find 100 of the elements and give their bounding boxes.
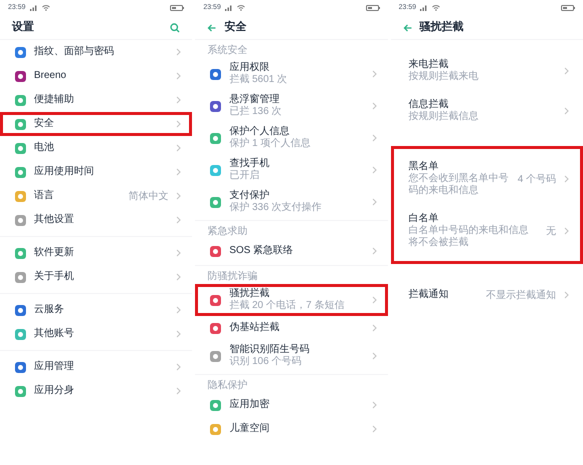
item-subtitle: 拦截 20 个电话，7 条短信 [229, 300, 346, 312]
screen-title: 骚扰拦截 [420, 20, 465, 36]
settings-item[interactable]: 信息拦截 按规则拦截信息 [394, 95, 580, 127]
item-label: 信息拦截 [408, 99, 450, 110]
chevron-icon [564, 227, 569, 235]
settings-item[interactable]: 应用使用时间 [0, 160, 192, 184]
item-subtitle: 白名单中号码的来电和信息将不会被拦截 [408, 225, 530, 249]
settings-item[interactable]: 应用加密 [195, 393, 388, 417]
wifi-icon [42, 5, 50, 11]
settings-item[interactable]: 悬浮窗管理 已拦 136 次 [195, 90, 388, 122]
settings-item[interactable]: 伪基站拦截 [195, 316, 388, 340]
chevron-icon [176, 96, 182, 104]
settings-item[interactable]: 拦截通知 不显示拦截通知 [394, 283, 580, 307]
settings-item[interactable]: 支付保护 保护 336 次支付操作 [195, 186, 388, 218]
item-label: 应用权限 [229, 62, 270, 74]
chevron-icon [564, 291, 569, 299]
chevron-icon [372, 352, 377, 360]
chevron-icon [176, 330, 182, 338]
chevron-icon [372, 134, 377, 142]
chevron-icon [564, 175, 569, 183]
item-label: 来电拦截 [408, 59, 450, 70]
screen-title: 设置 [12, 20, 35, 36]
settings-item[interactable]: 白名单 白名单中号码的来电和信息将不会被拦截 无 [394, 209, 580, 253]
item-label: 智能识别陌生号码 [229, 344, 310, 356]
settings-item[interactable]: 骚扰拦截 拦截 20 个电话，7 条短信 [195, 284, 388, 316]
battery-icon [366, 5, 380, 11]
item-subtitle: 您不会收到黑名单中号码的来电和信息 [408, 173, 510, 197]
chevron-icon [372, 324, 377, 332]
search-button[interactable] [170, 22, 180, 32]
back-button[interactable] [207, 24, 216, 32]
chevron-icon [564, 107, 569, 115]
settings-item[interactable]: 应用分身 [0, 379, 192, 403]
chevron-icon [372, 198, 377, 206]
item-subtitle: 按规则拦截信息 [408, 111, 480, 123]
section-label: 防骚扰诈骗 [206, 270, 258, 284]
chevron-icon [372, 70, 377, 78]
chevron-icon [372, 401, 377, 409]
item-label: 应用加密 [229, 399, 270, 411]
chevron-icon [372, 247, 377, 255]
settings-item[interactable]: 其他设置 [0, 208, 192, 232]
item-subtitle: 保护 1 项个人信息 [229, 138, 312, 150]
settings-item[interactable]: Breeno [0, 64, 192, 88]
settings-item[interactable]: 保护个人信息 保护 1 项个人信息 [195, 122, 388, 154]
settings-item[interactable]: 云服务 [0, 298, 192, 322]
item-label: 支付保护 [229, 190, 270, 202]
chevron-icon [176, 120, 182, 128]
item-value: 简体中文 [128, 190, 168, 204]
item-label: 儿童空间 [229, 423, 270, 435]
settings-item[interactable]: 黑名单 您不会收到黑名单中号码的来电和信息 4 个号码 [394, 157, 580, 201]
settings-item[interactable]: 应用权限 拦截 5601 次 [195, 58, 388, 90]
item-subtitle: 按规则拦截来电 [408, 71, 480, 83]
item-subtitle: 识别 106 个号码 [229, 356, 303, 368]
item-subtitle: 已拦 136 次 [229, 106, 283, 118]
chevron-icon [176, 273, 182, 281]
settings-item[interactable]: 安全 [0, 112, 192, 136]
item-label: 拦截通知 [408, 289, 450, 301]
back-button[interactable] [402, 24, 412, 32]
settings-item[interactable]: 便捷辅助 [0, 88, 192, 112]
item-label: Breeno [34, 70, 68, 82]
chevron-icon [372, 102, 377, 110]
back-arrow-icon [402, 24, 412, 32]
settings-item[interactable]: 其他账号 [0, 322, 192, 346]
item-label: 白名单 [408, 213, 440, 224]
settings-item[interactable]: 软件更新 [0, 241, 192, 265]
chevron-icon [176, 216, 182, 224]
item-label: 应用使用时间 [34, 166, 95, 178]
chevron-icon [176, 363, 182, 371]
item-label: 查找手机 [229, 158, 270, 170]
settings-item[interactable]: 儿童空间 [195, 417, 388, 441]
item-label: 关于手机 [34, 271, 75, 283]
settings-item[interactable]: 关于手机 [0, 265, 192, 289]
settings-item[interactable]: 来电拦截 按规则拦截来电 [394, 55, 580, 87]
item-subtitle: 拦截 5601 次 [229, 74, 288, 86]
item-subtitle: 保护 336 次支付操作 [229, 202, 323, 214]
item-label: 其他设置 [34, 214, 75, 226]
chevron-icon [564, 67, 569, 75]
settings-item[interactable]: 指纹、面部与密码 [0, 40, 192, 64]
settings-item[interactable]: SOS 紧急联络 [195, 239, 388, 263]
settings-item[interactable]: 智能识别陌生号码 识别 106 个号码 [195, 340, 388, 372]
chevron-icon [176, 144, 182, 152]
item-label: 便捷辅助 [34, 94, 75, 106]
settings-item[interactable]: 查找手机 已开启 [195, 154, 388, 186]
chevron-icon [176, 48, 182, 56]
item-value: 无 [546, 224, 556, 238]
section-label: 紧急求助 [206, 224, 248, 239]
battery-icon [560, 5, 575, 11]
settings-item[interactable]: 应用管理 [0, 355, 192, 379]
settings-item[interactable]: 电池 [0, 136, 192, 160]
settings-item[interactable]: 语言 简体中文 [0, 184, 192, 208]
chevron-icon [176, 72, 182, 80]
item-label: 黑名单 [408, 161, 440, 173]
search-icon [170, 22, 180, 32]
chevron-icon [176, 387, 182, 395]
item-label: 语言 [34, 190, 55, 202]
section-label: 隐私保护 [206, 378, 248, 393]
signal-icon [30, 5, 38, 11]
signal-icon [420, 5, 428, 11]
item-label: 悬浮窗管理 [229, 94, 280, 106]
battery-icon [170, 5, 184, 11]
wifi-icon [236, 5, 245, 11]
